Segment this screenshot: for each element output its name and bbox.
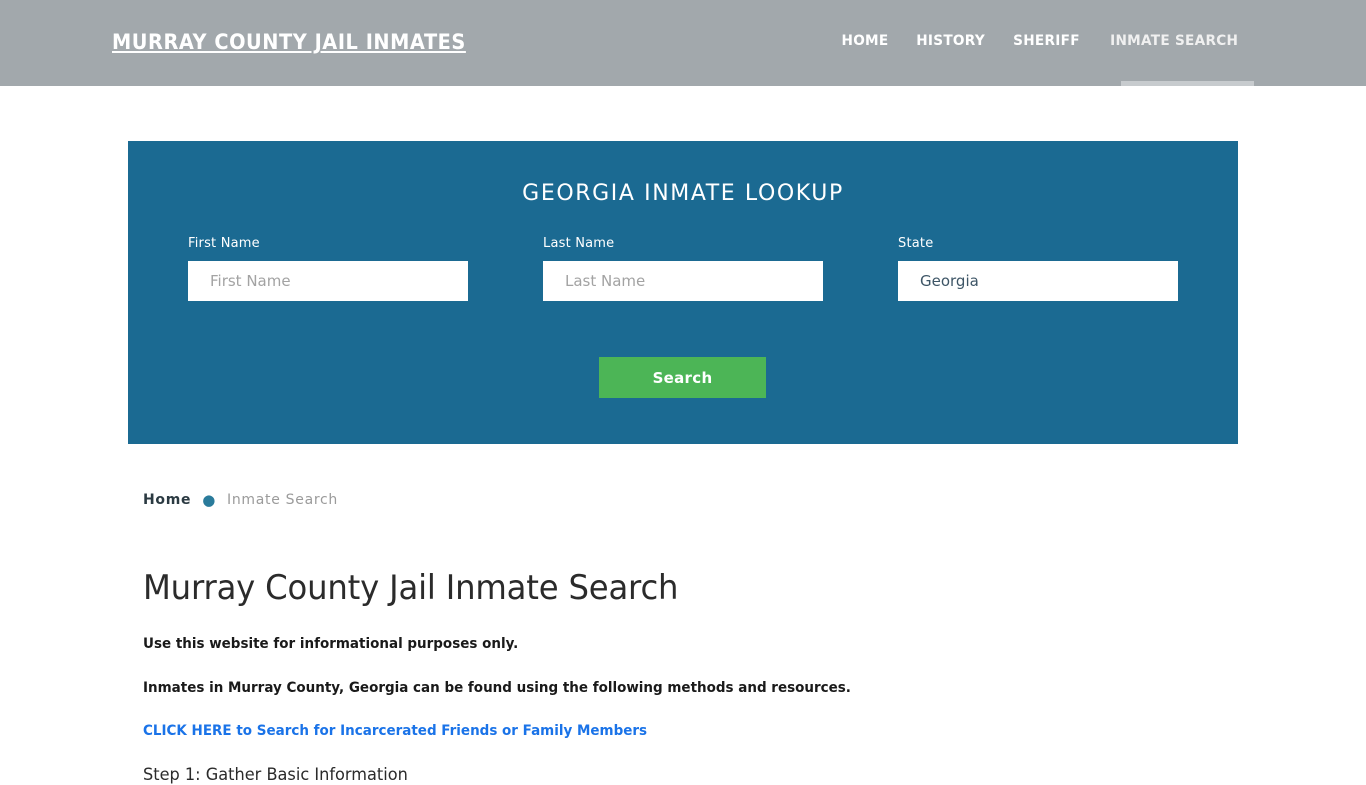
inmate-lookup-panel: GEORGIA INMATE LOOKUP First Name Last Na… [128, 141, 1238, 444]
breadcrumb: Home ● Inmate Search [143, 492, 1243, 508]
main-content: Home ● Inmate Search Murray County Jail … [143, 492, 1243, 785]
site-brand-title[interactable]: MURRAY COUNTY JAIL INMATES [112, 30, 466, 54]
first-name-label: First Name [188, 236, 260, 251]
nav-item-inmate-search[interactable]: INMATE SEARCH [1098, 33, 1249, 49]
active-nav-indicator [1121, 81, 1254, 86]
state-field-group: State [898, 236, 1178, 301]
breadcrumb-separator-icon: ● [202, 490, 217, 509]
inmate-search-cta-link[interactable]: CLICK HERE to Search for Incarcerated Fr… [143, 723, 1166, 739]
step-1-heading: Step 1: Gather Basic Information [143, 765, 408, 785]
lookup-panel-title: GEORGIA INMATE LOOKUP [522, 181, 844, 206]
state-input[interactable] [898, 261, 1178, 301]
intro-paragraph-1: Use this website for informational purpo… [143, 636, 519, 652]
last-name-field-group: Last Name [543, 236, 823, 301]
intro-paragraph-2: Inmates in Murray County, Georgia can be… [143, 680, 851, 696]
breadcrumb-item-current: Inmate Search [227, 492, 338, 508]
nav-item-home[interactable]: HOME [830, 33, 900, 49]
site-header: MURRAY COUNTY JAIL INMATES HOME HISTORY … [0, 0, 1366, 86]
breadcrumb-item-home[interactable]: Home [143, 492, 191, 508]
nav-item-history[interactable]: HISTORY [904, 33, 995, 49]
state-label: State [898, 236, 934, 251]
last-name-label: Last Name [543, 236, 615, 251]
last-name-input[interactable] [543, 261, 823, 301]
nav-item-sheriff[interactable]: SHERIFF [1002, 33, 1091, 49]
main-navigation: HOME HISTORY SHERIFF INMATE SEARCH [828, 33, 1254, 49]
page-title: Murray County Jail Inmate Search [143, 568, 679, 608]
first-name-input[interactable] [188, 261, 468, 301]
search-button[interactable]: Search [599, 357, 766, 398]
first-name-field-group: First Name [188, 236, 468, 301]
